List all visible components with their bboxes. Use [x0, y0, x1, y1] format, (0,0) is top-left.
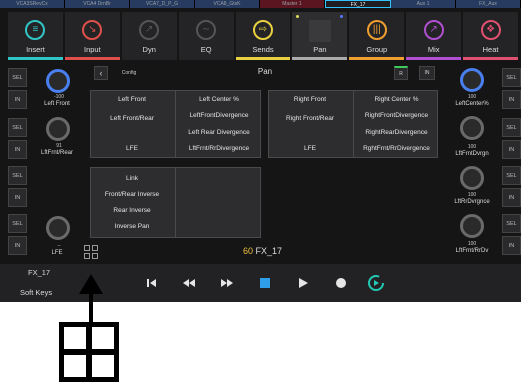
annotation-arrow-shaft — [89, 292, 93, 324]
annotation-grid-icon — [59, 322, 119, 382]
annotation-arrow-head — [79, 274, 103, 294]
